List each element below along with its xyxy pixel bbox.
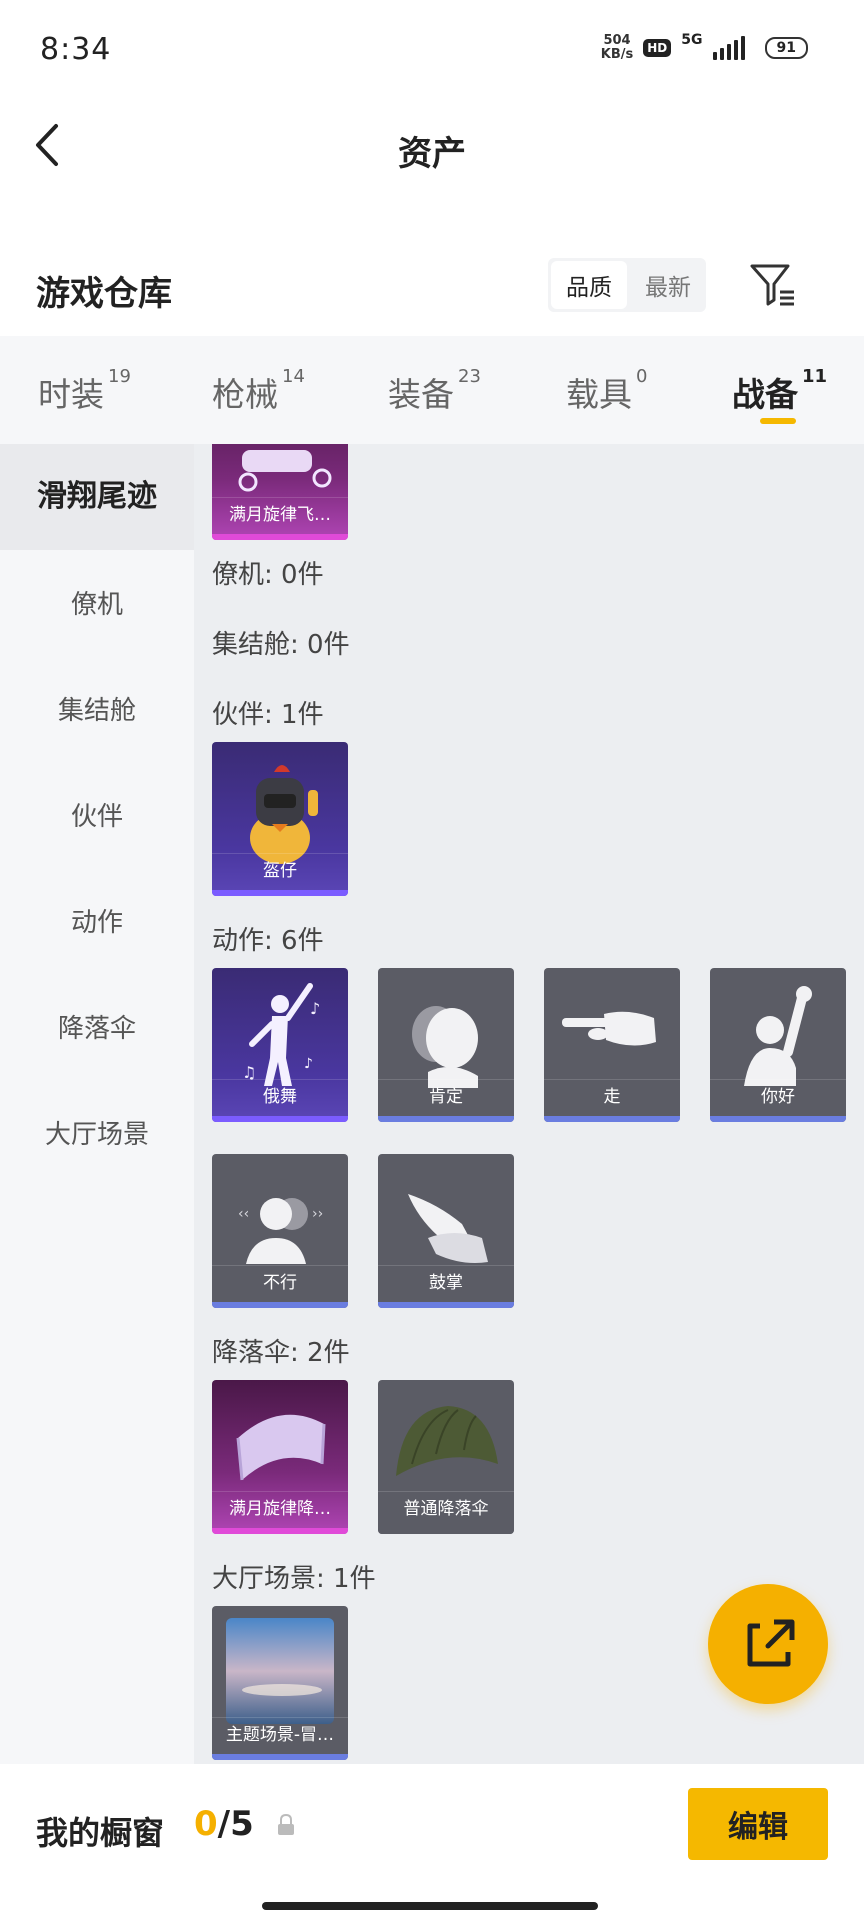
- warehouse-title: 游戏仓库: [36, 274, 172, 314]
- item-label: 你好: [710, 1079, 846, 1114]
- sidebar-item-parachute[interactable]: 降落伞: [0, 1008, 194, 1045]
- sidebar-item-lobby[interactable]: 大厅场景: [0, 1114, 194, 1151]
- sidebar-item-partner[interactable]: 伙伴: [0, 796, 194, 833]
- item-card[interactable]: 主题场景-冒…: [212, 1606, 348, 1760]
- section-wingman: 僚机: 0件: [212, 560, 324, 590]
- tab-equipment[interactable]: 装备 23: [388, 366, 481, 416]
- filter-icon[interactable]: [748, 260, 796, 308]
- status-bar: 8:34 504 KB/s HD 5G 91: [0, 0, 864, 100]
- network-speed: 504 KB/s: [600, 33, 634, 62]
- lock-icon: [278, 1814, 294, 1835]
- item-card[interactable]: 满月旋律飞…: [212, 444, 348, 540]
- tab-guns[interactable]: 枪械 14: [212, 366, 305, 416]
- rarity-bar: [378, 1528, 514, 1534]
- tab-combat-prep[interactable]: 战备 11: [732, 366, 827, 416]
- item-card[interactable]: ♪ ♫ ♪ 俄舞: [212, 968, 348, 1122]
- item-card[interactable]: 肯定: [378, 968, 514, 1122]
- 5g-icon: 5G: [681, 32, 703, 48]
- status-time: 8:34: [40, 32, 112, 67]
- section-action: 动作: 6件: [212, 926, 324, 956]
- item-label: 主题场景-冒…: [212, 1717, 348, 1752]
- rarity-bar: [544, 1116, 680, 1122]
- active-tab-indicator: [760, 418, 796, 424]
- sort-toggle: 品质 最新: [548, 258, 706, 312]
- svg-text:››: ››: [312, 1206, 323, 1222]
- rarity-bar: [212, 1528, 348, 1534]
- item-label: 不行: [212, 1265, 348, 1300]
- item-content: 满月旋律飞… 僚机: 0件 集结舱: 0件 伙伴: 1件 盔仔 动作: 6件 ♪…: [194, 444, 864, 1764]
- signal-icon: [712, 36, 745, 60]
- sort-quality-button[interactable]: 品质: [551, 261, 627, 309]
- edit-button[interactable]: 编辑: [688, 1788, 828, 1860]
- item-label: 盔仔: [212, 853, 348, 888]
- app-header: 资产: [0, 100, 864, 190]
- page-title: 资产: [398, 134, 466, 174]
- section-capsule: 集结舱: 0件: [212, 630, 350, 660]
- sidebar-item-capsule[interactable]: 集结舱: [0, 690, 194, 727]
- showcase-title: 我的橱窗: [36, 1814, 165, 1852]
- sidebar-item-wingman[interactable]: 僚机: [0, 584, 194, 621]
- home-indicator[interactable]: [262, 1902, 598, 1910]
- item-card[interactable]: 你好: [710, 968, 846, 1122]
- item-card[interactable]: 鼓掌: [378, 1154, 514, 1308]
- item-card[interactable]: 普通降落伞: [378, 1380, 514, 1534]
- tab-vehicles[interactable]: 载具 0: [566, 366, 647, 416]
- rarity-bar: [212, 1116, 348, 1122]
- item-card[interactable]: ‹‹ ›› 不行: [212, 1154, 348, 1308]
- item-label: 走: [544, 1079, 680, 1114]
- item-label: 鼓掌: [378, 1265, 514, 1300]
- sort-latest-button[interactable]: 最新: [630, 258, 706, 312]
- rarity-bar: [378, 1302, 514, 1308]
- rarity-bar: [378, 1116, 514, 1122]
- showcase-count: 0/5: [194, 1804, 254, 1844]
- section-lobby: 大厅场景: 1件: [212, 1564, 376, 1594]
- svg-text:♪: ♪: [304, 1056, 313, 1072]
- category-tabs: 时装 19 枪械 14 装备 23 载具 0 战备 11: [0, 336, 864, 444]
- rarity-bar: [212, 890, 348, 896]
- rarity-bar: [212, 1754, 348, 1760]
- sidebar: 滑翔尾迹 僚机 集结舱 伙伴 动作 降落伞 大厅场景: [0, 444, 194, 1764]
- sidebar-item-action[interactable]: 动作: [0, 902, 194, 939]
- rarity-bar: [212, 1302, 348, 1308]
- item-card[interactable]: 走: [544, 968, 680, 1122]
- svg-text:‹‹: ‹‹: [238, 1206, 249, 1222]
- section-partner: 伙伴: 1件: [212, 700, 324, 730]
- section-parachute: 降落伞: 2件: [212, 1338, 350, 1368]
- item-label: 俄舞: [212, 1079, 348, 1114]
- hd-icon: HD: [643, 39, 672, 57]
- item-card[interactable]: 满月旋律降…: [212, 1380, 348, 1534]
- rarity-bar: [212, 534, 348, 540]
- sidebar-item-glide-trail[interactable]: 滑翔尾迹: [0, 444, 194, 550]
- showcase-bar: 我的橱窗 0/5 编辑: [0, 1764, 864, 1920]
- tab-fashion[interactable]: 时装 19: [38, 366, 131, 416]
- item-label: 满月旋律降…: [212, 1491, 348, 1526]
- item-label: 普通降落伞: [378, 1491, 514, 1526]
- rarity-bar: [710, 1116, 846, 1122]
- svg-text:♪: ♪: [310, 999, 320, 1018]
- item-label: 满月旋律飞…: [212, 497, 348, 532]
- battery-icon: 91: [764, 37, 808, 59]
- item-label: 肯定: [378, 1079, 514, 1114]
- external-link-icon: [747, 1619, 795, 1667]
- item-card[interactable]: 盔仔: [212, 742, 348, 896]
- status-icons: 504 KB/s HD 5G 91: [600, 32, 808, 62]
- share-fab-button[interactable]: [708, 1584, 828, 1704]
